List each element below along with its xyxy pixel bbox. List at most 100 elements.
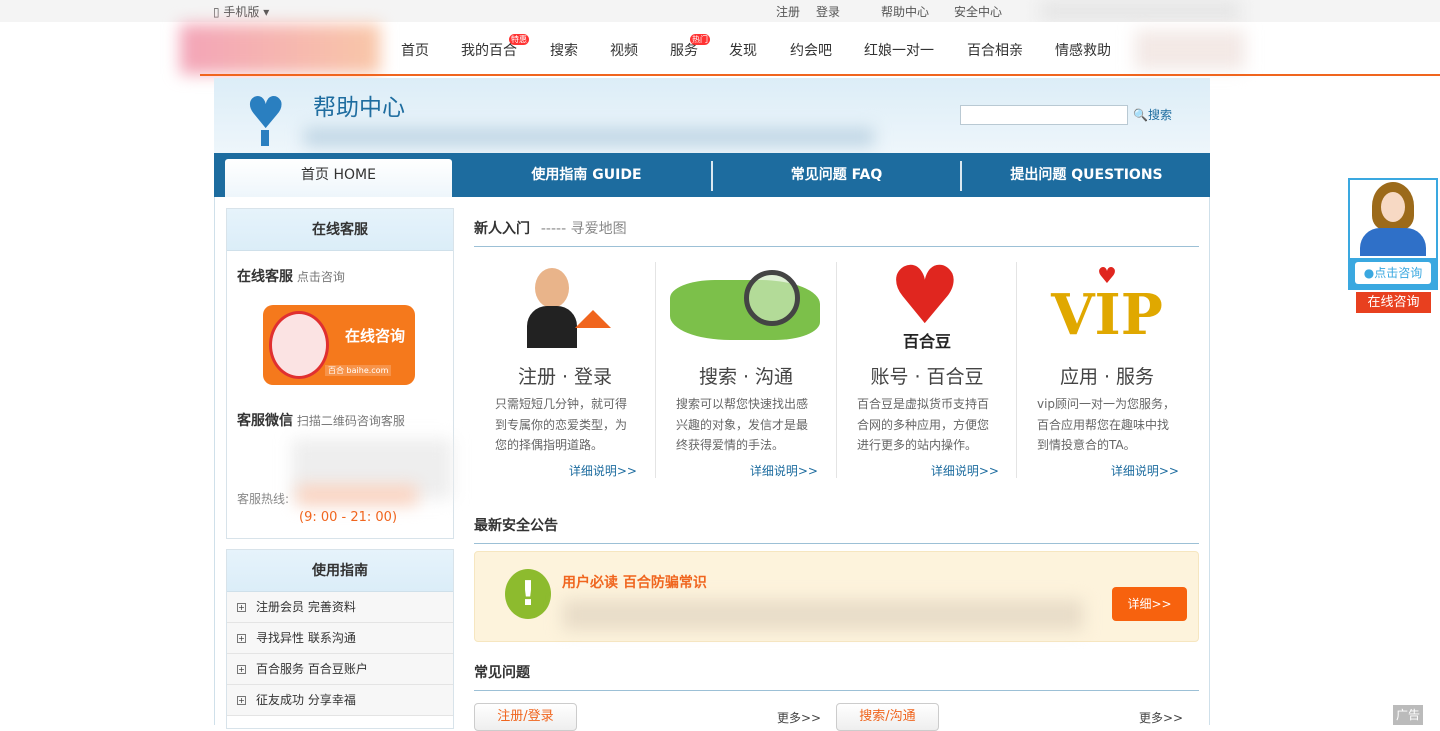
card-title: 搜索 · 沟通 [698,366,794,388]
online-consult-button[interactable]: 在线咨询 百合 baihe.com [263,305,415,385]
expand-icon: + [237,634,246,643]
agent-avatar [1372,182,1414,230]
mobile-label: 手机版 [223,5,260,19]
intro-section-header: 新人入门 ----- 寻爱地图 [474,218,1199,247]
chat-icon: ● [1363,266,1375,280]
bean-heart-icon: ♥ [889,249,961,342]
blurred-notice-text [563,600,1083,630]
intro-subtitle: ----- 寻爱地图 [540,221,627,237]
tab-faq[interactable]: 常见问题 FAQ [714,153,959,197]
wechat-hint: 扫描二维码咨询客服 [296,414,405,428]
card-account: ♥ 百合豆 账号 · 百合豆 百合豆是虚拟货币支持百合网的多种应用，方便您进行更… [837,256,1017,479]
nav-mybaihe[interactable]: 我的百合 特惠 [461,34,529,60]
service-title: 在线客服 [227,209,453,251]
security-notice: ! 用户必读 百合防骗常识 详细>> [474,551,1199,642]
nav-blind-date[interactable]: 百合相亲 [967,40,1023,60]
guide-item[interactable]: + 百合服务 百合豆账户 [227,654,453,685]
guide-item-label: 征友成功 分享幸福 [256,693,356,707]
notice-title: 用户必读 百合防骗常识 [562,575,707,591]
card-desc: 只需短短几分钟，就可得到专属你的恋爱类型，为您的择偶指明道路。 [495,397,628,452]
tab-separator [711,161,713,191]
online-hint: 点击咨询 [296,270,345,284]
security-link[interactable]: 安全中心 [954,3,1002,20]
wechat-label: 客服微信 [237,413,293,429]
card-detail-link[interactable]: 详细说明>> [569,462,637,479]
nav-mybaihe-label: 我的百合 [461,43,517,59]
search-button[interactable]: 🔍搜索 [1133,106,1172,123]
card-detail-link[interactable]: 详细说明>> [750,462,818,479]
nav-service[interactable]: 服务 热门 [670,34,710,60]
content-border [214,197,215,725]
search-input[interactable] [960,105,1128,125]
click-consult-label: 点击咨询 [1374,266,1423,280]
card-desc: 搜索可以帮您快速找出感兴趣的对象，发信才是最终获得爱情的手法。 [676,397,809,452]
hotline-number [297,485,417,505]
nav-service-label: 服务 [670,43,698,59]
guide-box: 使用指南 + 注册会员 完善资料 + 寻找异性 联系沟通 + 百合服务 百合豆账户 +… [226,549,454,729]
faq-more-link[interactable]: 更多>> [1139,709,1183,726]
nav-emotion[interactable]: 情感救助 [1055,40,1111,60]
card-title: 应用 · 服务 [1059,366,1155,388]
nav-divider [200,74,1440,76]
card-desc: vip顾问一对一为您服务，百合应用帮您在趣味中找到情投意合的TA。 [1037,397,1176,452]
faq-more-link[interactable]: 更多>> [777,709,821,726]
guide-title: 使用指南 [227,550,453,592]
card-detail-link[interactable]: 详细说明>> [1111,462,1179,479]
help-link[interactable]: 帮助中心 [881,3,929,20]
logo[interactable] [180,24,380,74]
nav-dating[interactable]: 约会吧 [790,40,832,60]
wechat-row: 客服微信 扫描二维码咨询客服 [237,410,405,430]
hotline-hours: (9: 00 - 21: 00) [299,510,398,525]
faq-search-button[interactable]: 搜索/沟通 [836,703,939,731]
ad-label: 广告 [1393,705,1423,725]
card-title: 账号 · 百合豆 [870,366,984,388]
intro-title: 新人入门 [474,221,530,237]
nav-video[interactable]: 视频 [610,40,638,60]
top-bar: ▯ 手机版 ▾ 注册 登录 帮助中心 安全中心 [0,0,1440,22]
login-link[interactable]: 登录 [816,3,840,20]
guide-item[interactable]: + 征友成功 分享幸福 [227,685,453,716]
card-detail-link[interactable]: 详细说明>> [931,462,999,479]
search-icon: 🔍 [1133,108,1148,122]
click-consult-bar[interactable]: ●点击咨询 [1350,258,1436,288]
tab-separator [960,161,962,191]
tab-guide[interactable]: 使用指南 GUIDE [464,153,709,197]
faq-register-button[interactable]: 注册/登录 [474,703,577,731]
guide-item-label: 寻找异性 联系沟通 [256,631,356,645]
guide-item[interactable]: + 注册会员 完善资料 [227,592,453,623]
float-online-button[interactable]: 在线咨询 [1356,292,1431,313]
service-box: 在线客服 在线客服 点击咨询 在线咨询 百合 baihe.com 客服微信 扫描… [226,208,454,539]
guide-item-label: 百合服务 百合豆账户 [256,662,368,676]
search-label: 搜索 [1147,108,1172,122]
guide-item[interactable]: + 寻找异性 联系沟通 [227,623,453,654]
baihe-logo: 百合 baihe.com [325,365,392,376]
nav-discover[interactable]: 发现 [729,40,757,60]
agent-body [1360,228,1426,256]
map-magnifier-icon [670,270,820,340]
card-register: 注册 · 登录 只需短短几分钟，就可得到专属你的恋爱类型，为您的择偶指明道路。 … [475,262,655,478]
help-header: ♥ 帮助中心 🔍搜索 [214,78,1210,153]
key-stem [261,130,269,146]
notice-detail-button[interactable]: 详细>> [1112,587,1187,621]
blurred-subtitle [304,128,874,146]
card-title: 注册 · 登录 [517,366,613,388]
nav-search[interactable]: 搜索 [550,40,578,60]
expand-icon: + [237,696,246,705]
help-title: 帮助中心 [313,95,405,121]
guide-item-label: 注册会员 完善资料 [256,600,356,614]
register-link[interactable]: 注册 [776,3,800,20]
blurred-info [1040,0,1240,22]
main-nav: 首页 我的百合 特惠 搜索 视频 服务 热门 发现 约会吧 红娘一对一 百合相亲 情… [0,22,1440,75]
expand-icon: + [237,665,246,674]
float-consult-widget[interactable]: ●点击咨询 [1348,178,1438,290]
tab-home[interactable]: 首页 HOME [225,159,452,197]
tab-bar: 首页 HOME 使用指南 GUIDE 常见问题 FAQ 提出问题 QUESTIO… [214,153,1210,197]
online-label: 在线客服 [237,269,293,285]
nav-matchmaker[interactable]: 红娘一对一 [864,40,934,60]
mobile-link[interactable]: ▯ 手机版 ▾ [213,3,269,20]
online-service-row: 在线客服 点击咨询 [237,266,345,286]
exclamation-icon: ! [505,569,551,619]
tab-questions[interactable]: 提出问题 QUESTIONS [964,153,1209,197]
blurred-user [1135,30,1245,70]
nav-home[interactable]: 首页 [401,40,429,60]
